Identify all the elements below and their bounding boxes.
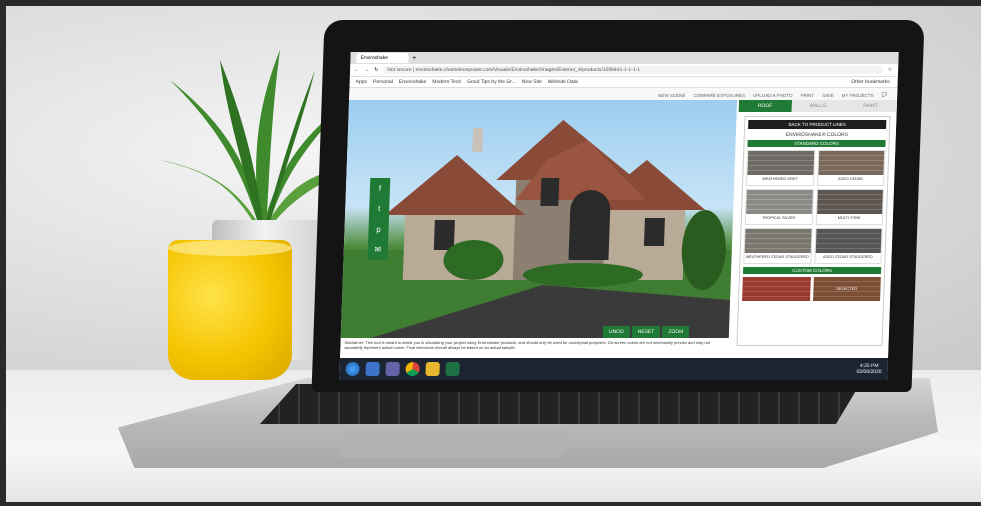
image-border-top (0, 0, 981, 6)
twitter-icon[interactable]: t (378, 204, 381, 213)
social-share-bar: f t p ✉ (367, 178, 391, 260)
star-icon[interactable]: ☆ (888, 67, 893, 73)
reload-icon[interactable]: ↻ (374, 67, 378, 73)
nav-compare-exposures[interactable]: COMPARE EXPOSURES (693, 93, 745, 98)
swatch-texture (815, 229, 882, 253)
standard-swatches: WEATHERED GREY AGED CEDAR TROPICAL SILVE… (743, 150, 886, 264)
visualizer: f t p ✉ UNDO RESET ZOOM Disclaimer: This… (340, 100, 898, 358)
photo-tools: UNDO RESET ZOOM (602, 326, 690, 338)
swatch-texture (816, 190, 883, 214)
swatch-texture (746, 190, 813, 214)
yellow-mug (168, 240, 292, 380)
swatch-texture (817, 151, 885, 175)
email-icon[interactable]: ✉ (374, 245, 381, 254)
swatch-multi-tone[interactable]: MULTI-TONE (815, 189, 884, 225)
bookmark-new-site[interactable]: New Site (522, 79, 542, 85)
product-panel: ROOF WALLS PAINT BACK TO PRODUCT LINES E… (730, 100, 898, 358)
tab-roof[interactable]: ROOF (738, 100, 792, 112)
panel-tabs: ROOF WALLS PAINT (738, 100, 898, 112)
nav-my-projects[interactable]: MY PROJECTS (842, 93, 874, 98)
custom-colors-header: CUSTOM COLORS (742, 267, 882, 274)
bookmark-personal[interactable]: Personal (373, 79, 393, 85)
undo-button[interactable]: UNDO (602, 326, 630, 338)
swatch-label: MULTI-TONE (837, 216, 861, 220)
nav-new-scene[interactable]: NEW SCENE (658, 93, 685, 98)
image-border-bottom (0, 502, 981, 506)
panel-body: BACK TO PRODUCT LINES ENVIROSHAKE® COLOR… (736, 116, 891, 346)
house-photo: f t p ✉ UNDO RESET ZOOM (340, 100, 738, 338)
swatch-label: TROPICAL SILVER (762, 216, 796, 220)
back-to-product-lines-button[interactable]: BACK TO PRODUCT LINES (748, 120, 887, 129)
laptop-trackpad (339, 430, 571, 458)
new-tab-icon[interactable]: + (412, 55, 416, 62)
disclaimer-text: Disclaimer: This tool is meant to assist… (340, 338, 729, 358)
swatch-aged-cedar[interactable]: AGED CEDAR (816, 150, 886, 186)
start-icon[interactable] (345, 362, 360, 376)
reset-button[interactable]: RESET (631, 326, 661, 338)
bookmark-website-data[interactable]: Website Data (548, 79, 578, 85)
explorer-icon[interactable] (365, 362, 380, 376)
address-bar[interactable]: Not secure | enviroshake.chameleonpower.… (383, 66, 883, 74)
other-bookmarks[interactable]: Other bookmarks (851, 79, 890, 85)
swatch-weathered-cedar-staggered[interactable]: WEATHERED CEDAR STAGGERED (743, 228, 813, 264)
url-text: enviroshake.chameleonpower.com/Visuals/E… (415, 67, 641, 73)
browser-tab[interactable]: Enviroshake (356, 53, 409, 63)
selected-label: SELECTED (836, 286, 858, 291)
browser-address-row: ← → ↻ Not secure | enviroshake.chameleon… (349, 64, 899, 77)
swatch-custom-red[interactable] (742, 277, 811, 301)
bookmark-modern-tech[interactable]: Modern Tech (432, 79, 461, 85)
chat-icon[interactable]: 💬 (882, 92, 888, 98)
swatch-weathered-grey[interactable]: WEATHERED GREY (746, 150, 815, 186)
standard-colors-header: STANDARD COLORS (747, 140, 886, 147)
swatch-label: AGED CEDAR (837, 177, 864, 181)
facebook-icon[interactable]: f (379, 184, 382, 193)
swatch-label: WEATHERED CEDAR STAGGERED (745, 255, 809, 259)
taskbar-clock: 4:25 PM 02/06/2020 (856, 363, 881, 375)
nav-print[interactable]: PRINT (800, 93, 814, 98)
house-illustration (340, 120, 732, 338)
not-secure-label: Not secure (387, 67, 412, 73)
custom-swatches: SELECTED (742, 277, 881, 301)
swatch-custom-selected[interactable]: SELECTED (812, 277, 881, 301)
bookmark-good-tips[interactable]: Good Tips by the Gr... (467, 79, 516, 85)
bookmark-apps[interactable]: Apps (356, 79, 368, 85)
laptop-screen: Enviroshake + ← → ↻ Not secure | enviros… (339, 52, 899, 380)
swatch-tropical-silver[interactable]: TROPICAL SILVER (744, 189, 814, 225)
swatch-label: WEATHERED GREY (762, 177, 799, 181)
bookmark-enviroshake[interactable]: Enviroshake (399, 79, 427, 85)
zoom-button[interactable]: ZOOM (662, 326, 690, 338)
swatch-aged-cedar-staggered[interactable]: AGED CEDAR STAGGERED (813, 228, 883, 264)
forward-icon[interactable]: → (364, 67, 369, 73)
tab-paint[interactable]: PAINT (843, 100, 898, 112)
image-border-left (0, 0, 6, 506)
pinterest-icon[interactable]: p (376, 225, 381, 234)
nav-upload-photo[interactable]: UPLOAD A PHOTO (753, 93, 793, 98)
browser-tabbar: Enviroshake + (350, 52, 899, 64)
tab-walls[interactable]: WALLS (791, 100, 845, 112)
swatch-texture (747, 151, 814, 175)
folder-icon[interactable] (425, 362, 440, 376)
teams-icon[interactable] (385, 362, 400, 376)
chrome-icon[interactable] (405, 362, 420, 376)
nav-save[interactable]: SAVE (822, 93, 834, 98)
back-icon[interactable]: ← (354, 67, 359, 73)
bookmarks-bar: Apps Personal Enviroshake Modern Tech Go… (349, 77, 898, 88)
swatch-texture (744, 229, 812, 253)
windows-taskbar: 4:25 PM 02/06/2020 (339, 358, 895, 380)
excel-icon[interactable] (445, 362, 460, 376)
browser-tab-label: Enviroshake (360, 55, 389, 61)
swatch-label: AGED CEDAR STAGGERED (822, 255, 873, 259)
clock-date: 02/06/2020 (856, 369, 882, 375)
panel-title: ENVIROSHAKE® COLORS (785, 132, 849, 138)
